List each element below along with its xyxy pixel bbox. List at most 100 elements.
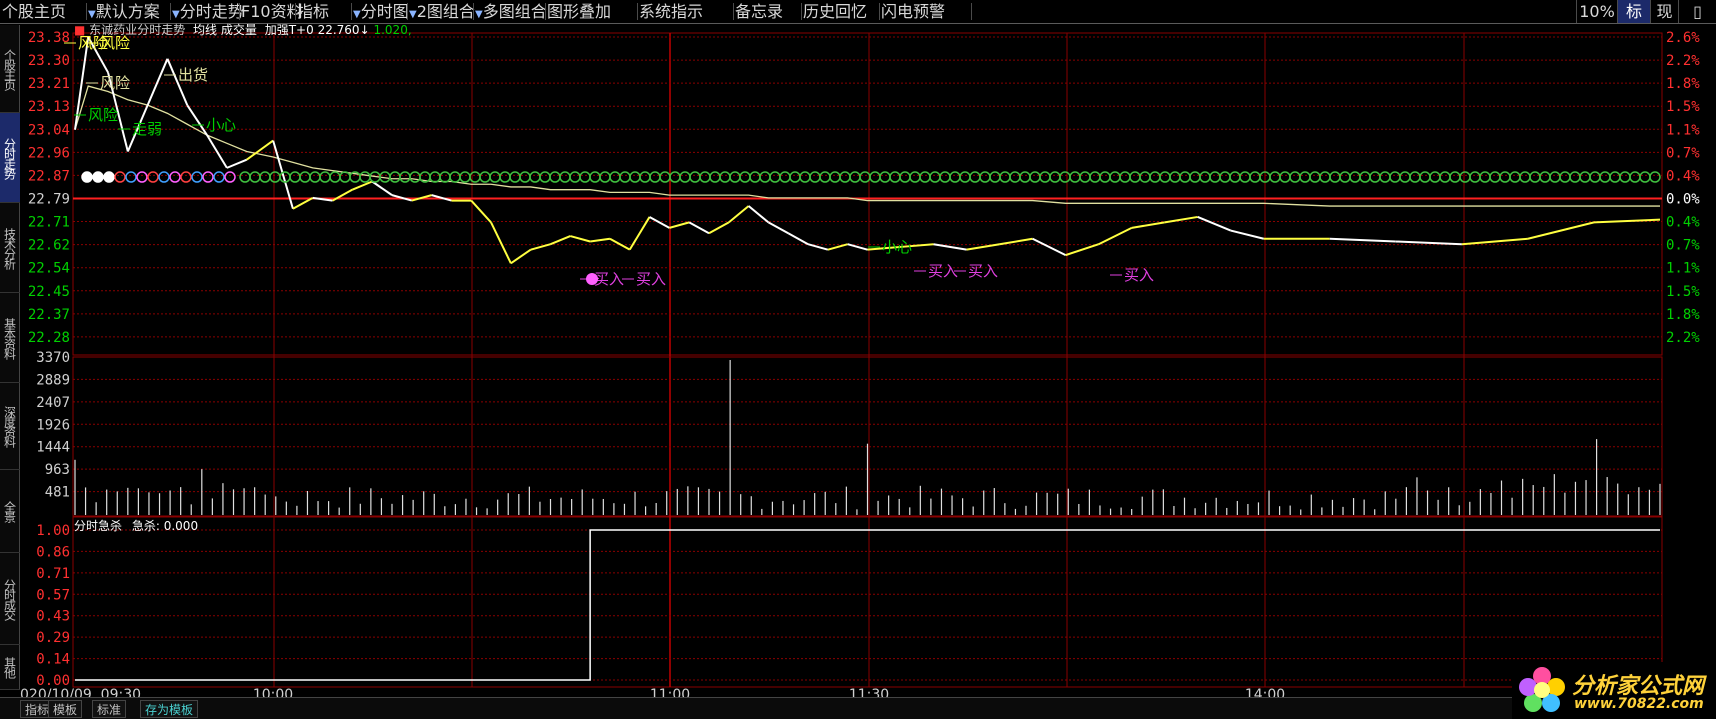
signal-circle [929,171,941,183]
signal-circle [409,171,421,183]
signal-circle [899,171,911,183]
signal-circle [191,171,203,183]
flower-logo-icon [1519,667,1565,712]
close-icon[interactable]: ■ [74,23,85,37]
signal-circle [1049,171,1061,183]
signal-circle [158,171,170,183]
indicator-value: 0.000 [163,519,199,533]
signal-circle [809,171,821,183]
signal-circle [1639,171,1651,183]
signal-circle [1299,171,1311,183]
signal-circle [1519,171,1531,183]
signal-circle [1629,171,1641,183]
bottom-tab-1[interactable]: 模板 [48,700,83,718]
signal-circle [1349,171,1361,183]
signal-circle [719,171,731,183]
price-line-segment [1395,240,1462,246]
signal-circle [1199,171,1211,183]
price-tick-label: 22.45 [28,284,70,300]
signal-circle [1529,171,1541,183]
pct-tick-label: 0.0% [1666,191,1700,207]
signal-circle [1389,171,1401,183]
signal-circle [1509,171,1521,183]
price-line-segment [186,104,208,136]
pct-tick-label: 0.4% [1666,215,1700,231]
price-line-segment [226,158,248,169]
price-line-segment [371,180,393,196]
signal-annotation: 走弱 [132,120,162,138]
price-tick-label: 22.79 [28,191,70,207]
bottom-tab-3[interactable]: 存为模板 [140,700,199,718]
pct-tick-label: 2.6% [1666,30,1700,46]
signal-circle [1589,171,1601,183]
signal-circle [125,171,137,183]
signal-circle [849,171,861,183]
signal-circle [1099,171,1111,183]
signal-circle [1109,171,1121,183]
bottom-tab-2[interactable]: 标准 [92,700,127,718]
indicator-name: 分时急杀 [74,519,123,533]
down-arrow-icon: ↓ [359,23,370,37]
signal-circle [679,171,691,183]
signal-circle [1569,171,1581,183]
signal-annotation: 买入 [928,262,958,280]
signal-circle [589,171,601,183]
volume-tick-label: 481 [45,485,70,501]
signal-circle [939,171,951,183]
signal-circle [729,171,741,183]
signal-circle [1539,171,1551,183]
price-line-segment [1329,237,1396,243]
price-tick-label: 22.87 [28,168,70,184]
signal-circle [1249,171,1261,183]
pct-tick-label: 1.8% [1666,76,1700,92]
signal-annotation: 买入 [594,270,624,288]
signal-circle [1449,171,1461,183]
indicator-tick-label: 0.29 [36,630,70,646]
signal-circle [959,171,971,183]
signal-circle [1079,171,1091,183]
signal-circle [224,171,236,183]
signal-circle [839,171,851,183]
pct-tick-label: 1.1% [1666,261,1700,277]
signal-circle [1229,171,1241,183]
signal-circle [1319,171,1331,183]
indicator-label: 急杀: [131,519,160,533]
signal-circle [1269,171,1281,183]
signal-circle [259,171,271,183]
signal-circle [1579,171,1591,183]
signal-circle [599,171,611,183]
signal-circle [1279,171,1291,183]
chart-area: 23.38 2.6% 23.30 2.2% 23.21 1.8% 23.13 1.5% 23.0… [20,30,1700,697]
price-line-segment [510,248,532,265]
signal-circle [81,171,93,183]
signal-circle [1499,171,1511,183]
signal-circle [919,171,931,183]
price-line-segment [999,237,1033,246]
price-line-segment [550,235,571,246]
indicator-tick-label: 0.57 [36,587,70,603]
price-change: 1.020, [373,23,412,37]
current-price: 22.760 [317,23,360,37]
pct-tick-label: 1.8% [1666,307,1700,323]
signal-circle [699,171,711,183]
price-panel-border [72,32,1663,356]
signal-circle [1649,171,1661,183]
price-line-segment [292,196,314,210]
signal-circle [1399,171,1411,183]
signal-circle [1289,171,1301,183]
avg-price-line [74,85,1660,207]
signal-circle [103,171,115,183]
indicator-tick-label: 0.14 [36,652,70,668]
signal-circle [689,171,701,183]
signal-circle [889,171,901,183]
signal-circle [1479,171,1491,183]
signal-circle [1169,171,1181,183]
chart-header: ■ 东诚药业分时走势 均线 成交量 加强T+0 22.760↓ 1.020, [74,21,412,38]
price-tick-label: 23.13 [28,99,70,115]
price-line-segment [1527,221,1595,240]
signal-circle [789,171,801,183]
signal-circle [769,171,781,183]
pct-tick-label: 0.7% [1666,145,1700,161]
signal-circle [299,171,311,183]
time-axis-label: 10:00 [253,687,293,697]
